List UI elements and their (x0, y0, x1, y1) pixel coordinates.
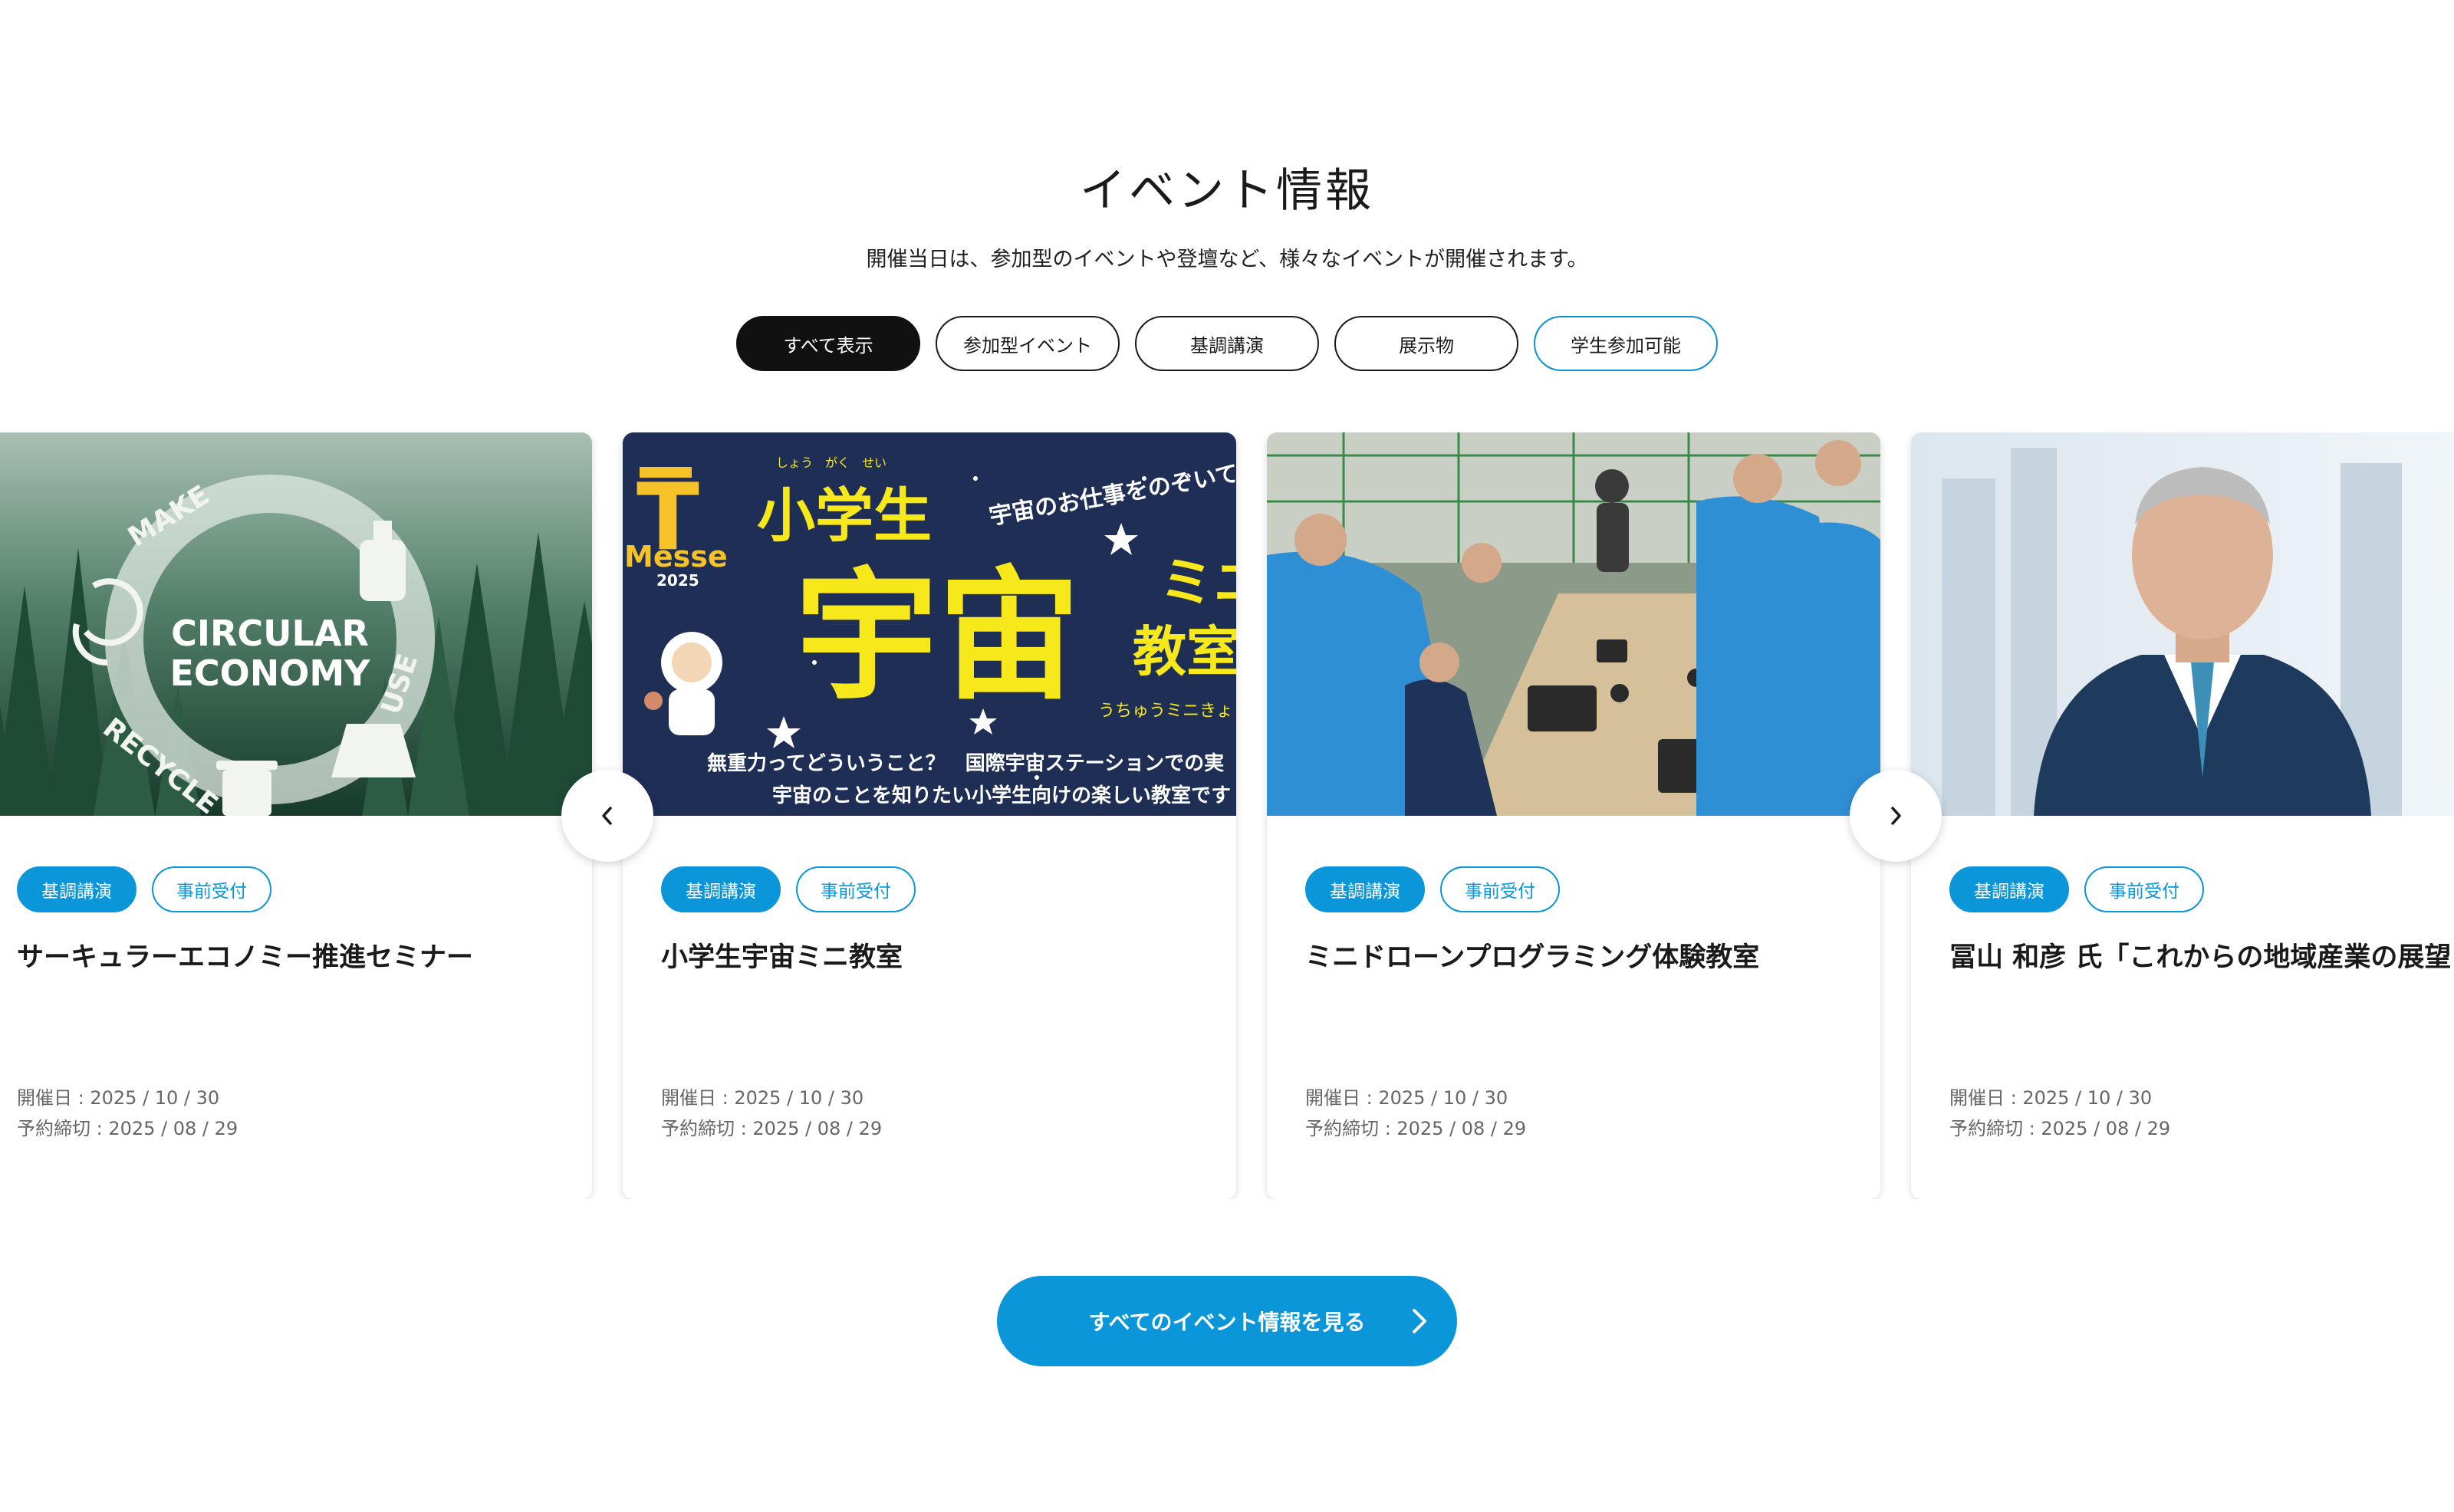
event-card[interactable]: 基調講演 事前受付 ミニドローンプログラミング体験教室 開催日 : 2025 /… (1267, 432, 1880, 1199)
section-description: 開催当日は、参加型のイベントや登壇など、様々なイベントが開催されます。 (866, 248, 1588, 271)
reservation-deadline: 予約締切 : 2025 / 08 / 29 (661, 1118, 883, 1139)
event-card-title[interactable]: 冨山 和彦 氏「これからの地域産業の展望 (1949, 935, 2454, 975)
image-line-2: 宇宙のことを知りたい小学生向けの楽しい教室です (772, 784, 1231, 807)
event-card[interactable]: MAKE USE RECYCLE CIRCULAR ECONOMY 基調講演 事… (0, 432, 592, 1199)
filter-all[interactable]: すべて表示 (736, 316, 920, 371)
event-date: 開催日 : 2025 / 10 / 30 (1949, 1087, 2153, 1109)
filter-tabs: すべて表示 参加型イベント 基調講演 展示物 学生参加可能 (736, 316, 1718, 371)
carousel-next-button[interactable] (1850, 770, 1942, 862)
tag-keynote: 基調講演 (17, 866, 137, 912)
messe-logo-year: 2025 (656, 571, 699, 590)
messe-logo-word: Messe (624, 540, 728, 574)
image-headline: 小学生 (757, 482, 932, 550)
view-all-events-button[interactable]: すべてのイベント情報を見る (997, 1276, 1457, 1366)
event-card-title[interactable]: ミニドローンプログラミング体験教室 (1305, 935, 1865, 975)
reservation-deadline: 予約締切 : 2025 / 08 / 29 (17, 1118, 238, 1139)
tag-preregistration: 事前受付 (2084, 866, 2204, 912)
tag-preregistration: 事前受付 (796, 866, 916, 912)
event-carousel: MAKE USE RECYCLE CIRCULAR ECONOMY 基調講演 事… (0, 432, 2454, 1199)
image-text-circular: CIRCULAR (171, 613, 369, 654)
tag-keynote: 基調講演 (661, 866, 781, 912)
event-card-image (1911, 432, 2454, 816)
image-side-text-1: ミニ (1160, 551, 1236, 614)
image-reading: うちゅうミニきょ (1098, 702, 1233, 721)
event-card-image: MAKE USE RECYCLE CIRCULAR ECONOMY (0, 432, 592, 816)
tag-keynote: 基調講演 (1305, 866, 1425, 912)
filter-students[interactable]: 学生参加可能 (1534, 316, 1718, 371)
image-side-text-2: 教室 (1133, 620, 1236, 683)
filter-participatory[interactable]: 参加型イベント (936, 316, 1120, 371)
image-big-text: 宇宙 (795, 553, 1081, 719)
chevron-left-icon (602, 807, 612, 825)
image-line-1: 無重力ってどういうこと？ 国際宇宙ステーションでの実 (707, 751, 1224, 775)
event-date: 開催日 : 2025 / 10 / 30 (1305, 1087, 1508, 1109)
recycle-bin-icon (216, 761, 278, 816)
event-card-title[interactable]: 小学生宇宙ミニ教室 (661, 935, 1221, 975)
tag-preregistration: 事前受付 (152, 866, 271, 912)
event-card-image (1267, 432, 1880, 816)
view-all-events-label: すべてのイベント情報を見る (1088, 1310, 1366, 1335)
filter-keynote[interactable]: 基調講演 (1135, 316, 1319, 371)
event-card[interactable]: 基調講演 事前受付 冨山 和彦 氏「これからの地域産業の展望 開催日 : 202… (1911, 432, 2454, 1199)
event-card-title[interactable]: サーキュラーエコノミー推進セミナー (17, 935, 577, 975)
event-card-image: T Messe 2025 しょう がく せい 小学生 宇宙のお仕事をのぞいてみ … (623, 432, 1236, 816)
section-title: イベント情報 (1080, 164, 1374, 218)
carousel-prev-button[interactable] (561, 770, 653, 862)
ruby-text: しょう がく せい (776, 455, 887, 470)
reservation-deadline: 予約締切 : 2025 / 08 / 29 (1949, 1118, 2171, 1139)
image-text-economy: ECONOMY (170, 652, 371, 694)
event-date: 開催日 : 2025 / 10 / 30 (17, 1087, 220, 1109)
event-card[interactable]: T Messe 2025 しょう がく せい 小学生 宇宙のお仕事をのぞいてみ … (623, 432, 1236, 1199)
tag-preregistration: 事前受付 (1440, 866, 1560, 912)
chevron-right-icon (1891, 807, 1901, 825)
chevron-right-icon (1413, 1309, 1426, 1333)
reservation-deadline: 予約締切 : 2025 / 08 / 29 (1305, 1118, 1527, 1139)
tag-keynote: 基調講演 (1949, 866, 2069, 912)
filter-exhibits[interactable]: 展示物 (1334, 316, 1518, 371)
event-date: 開催日 : 2025 / 10 / 30 (661, 1087, 864, 1109)
